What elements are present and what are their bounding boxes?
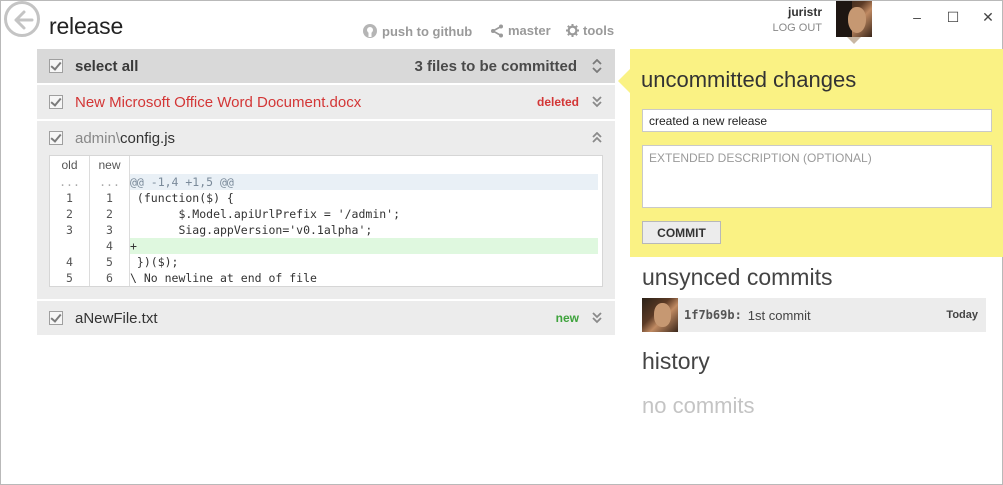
file-name: aNewFile.txt [75,309,158,327]
tools-button[interactable]: tools [566,23,614,38]
expand-chevron-icon[interactable] [589,312,605,324]
logout-link[interactable]: LOG OUT [772,22,822,34]
back-button[interactable] [4,1,40,37]
new-line-number: 6 [90,270,130,286]
unsynced-commit-row[interactable]: 1f7b69b: 1st commit Today [642,298,986,332]
old-line-number: ... [50,174,90,190]
maximize-button[interactable]: ☐ [946,9,960,26]
commit-summary-input[interactable] [642,109,992,132]
push-to-github-button[interactable]: push to github [362,23,472,39]
diff-panel: old new ...... @@ -1,4 +1,5 @@ 1 1 (functio… [37,155,615,301]
new-line-number: 5 [90,254,130,270]
commit-button[interactable]: COMMIT [642,221,721,244]
user-info: juristr LOG OUT [772,5,822,34]
diff-line: 11 (function($) { [50,190,602,206]
back-arrow-icon [14,10,34,30]
collapse-chevron-icon[interactable] [589,132,605,144]
old-line-number: 5 [50,270,90,286]
history-title: history [642,348,710,374]
branch-label: master [508,23,551,38]
panel-pointer [618,69,630,93]
new-line-number: 3 [90,222,130,238]
file-row[interactable]: admin\config.js [37,121,615,157]
status-badge: new [555,311,579,325]
sort-chevron-icon[interactable] [589,59,605,73]
uncommitted-panel: uncommitted changes COMMIT [618,49,1003,257]
diff-view: old new ...... @@ -1,4 +1,5 @@ 1 1 (functio… [49,155,603,287]
file-path: admin\config.js [75,130,589,147]
file-checkbox[interactable] [49,95,63,109]
file-dir: admin\ [75,129,121,147]
file-checkbox[interactable] [49,131,63,145]
branch-button[interactable]: master [490,23,551,38]
select-all-checkbox[interactable] [49,59,63,73]
branch-icon [491,24,503,37]
select-all-label: select all [75,57,139,75]
new-line-number: ... [90,174,130,190]
code-line: @@ -1,4 +1,5 @@ [130,174,598,190]
code-line: (function($) { [130,191,234,205]
diff-line: 33 Siag.appVersion='v0.1alpha'; [50,222,602,238]
diff-line: 45 })($); [50,254,602,270]
commit-avatar [642,298,678,332]
username: juristr [787,5,822,19]
avatar[interactable] [836,1,872,37]
old-line-number: 4 [50,254,90,270]
diff-line: 5 6 \ No newline at end of file [50,270,602,286]
select-all-row[interactable]: select all 3 files to be committed [37,49,615,85]
diff-line: 22 $.Model.apiUrlPrefix = '/admin'; [50,206,602,222]
file-name: New Microsoft Office Word Document.docx [75,93,362,111]
file-row[interactable]: New Microsoft Office Word Document.docx … [37,85,615,121]
old-line-number: 2 [50,206,90,222]
code-line: $.Model.apiUrlPrefix = '/admin'; [130,207,401,221]
no-commits-label: no commits [642,393,755,418]
code-line: })($); [130,255,179,269]
changed-files-list: select all 3 files to be committed New M… [37,49,615,337]
code-line: \ No newline at end of file [130,271,317,285]
status-badge: deleted [536,95,579,109]
expand-chevron-icon[interactable] [589,96,605,108]
new-line-number: 4 [90,238,130,254]
old-line-number: 1 [50,190,90,206]
old-line-number [50,238,90,254]
commit-description-input[interactable] [642,145,992,208]
commit-sha: 1f7b69b: [684,308,742,322]
app-window: release push to github master tools juri… [0,0,1003,485]
repo-title: release [49,13,124,39]
push-label: push to github [382,23,473,39]
tools-label: tools [583,23,615,38]
new-column-header: new [90,156,130,174]
diff-line: ...... @@ -1,4 +1,5 @@ [50,174,602,190]
diff-line: 4 + [50,238,602,254]
uncommitted-title: uncommitted changes [641,67,857,92]
code-line: Siag.appVersion='v0.1alpha'; [130,223,373,237]
file-checkbox[interactable] [49,311,63,325]
file-row[interactable]: aNewFile.txt new [37,301,615,337]
avatar-pointer [847,37,861,44]
file-name: config.js [120,129,176,147]
commit-date: Today [946,309,978,321]
commit-message: 1st commit [747,307,811,323]
old-line-number: 3 [50,222,90,238]
gear-icon [566,24,579,37]
diff-header: old new [50,156,602,174]
github-icon [363,24,377,38]
code-line: + [130,238,598,254]
new-line-number: 1 [90,190,130,206]
close-button[interactable]: ✕ [981,9,995,26]
minimize-button[interactable]: – [910,9,924,25]
unsynced-title: unsynced commits [642,264,833,290]
files-count: 3 files to be committed [414,57,577,75]
new-line-number: 2 [90,206,130,222]
old-column-header: old [50,156,90,174]
